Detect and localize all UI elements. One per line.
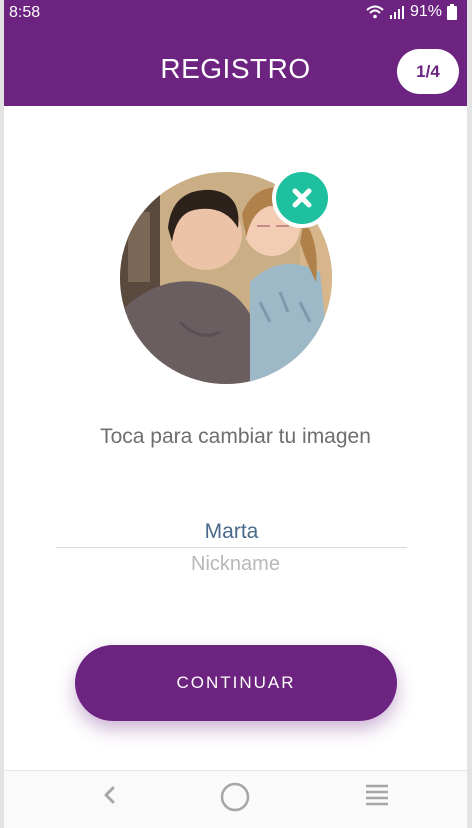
step-indicator: 1/4 <box>397 49 459 94</box>
signal-icon <box>389 6 404 19</box>
wifi-icon <box>366 5 384 19</box>
nickname-input[interactable] <box>56 517 407 548</box>
home-icon[interactable] <box>219 781 251 813</box>
app-screen: 8:58 91% REGISTRO 1/4 Toca para cambiar … <box>4 0 467 828</box>
status-bar: 8:58 91% <box>4 0 467 26</box>
app-header: REGISTRO 1/4 <box>4 26 467 106</box>
menu-icon[interactable] <box>364 783 390 807</box>
status-time: 8:58 <box>9 4 41 21</box>
change-image-hint[interactable]: Toca para cambiar tu imagen <box>4 425 467 449</box>
battery-level: 91% <box>409 3 442 20</box>
nickname-label: Nickname <box>191 553 280 575</box>
continue-button[interactable]: CONTINUAR <box>75 645 397 721</box>
battery-icon <box>447 4 457 20</box>
remove-photo-button[interactable] <box>272 168 332 228</box>
back-icon[interactable] <box>98 783 122 807</box>
navigation-bar <box>4 770 467 828</box>
status-indicators: 91% <box>366 3 457 21</box>
close-icon <box>292 188 312 208</box>
